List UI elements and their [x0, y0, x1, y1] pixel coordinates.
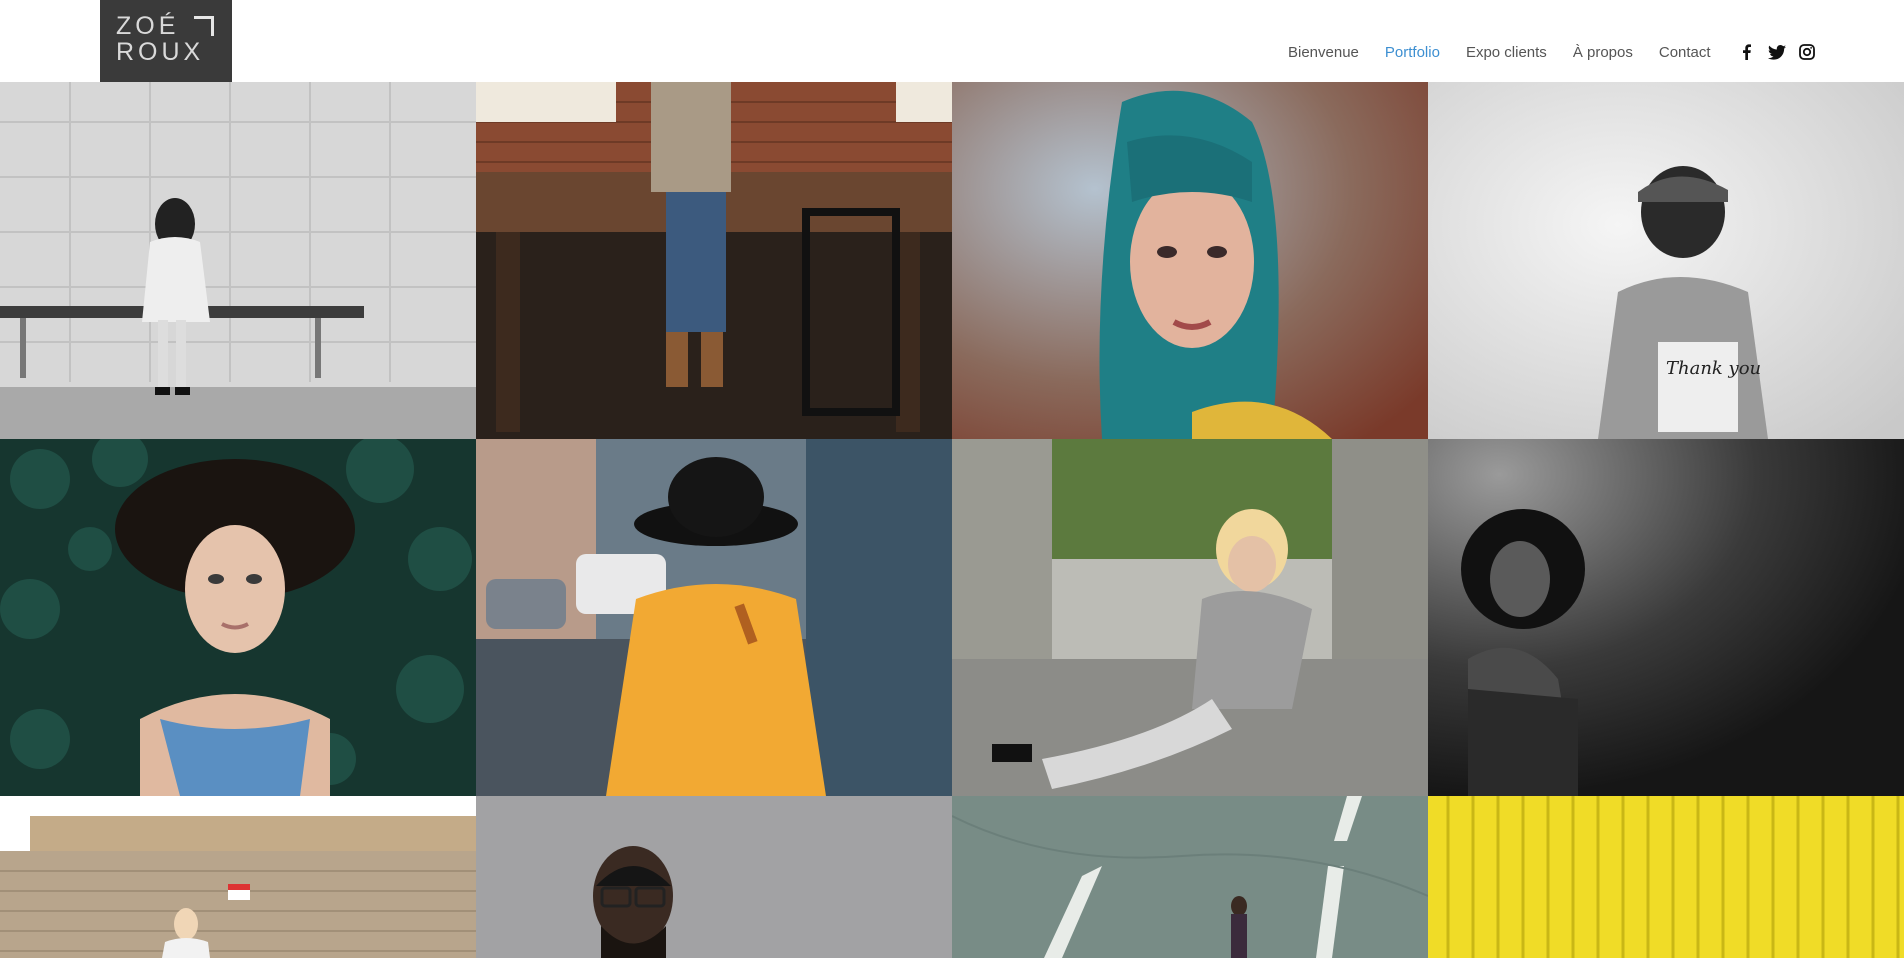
site-logo[interactable]: ZOÉ ROUX	[100, 0, 232, 82]
nav-item-expo-clients[interactable]: Expo clients	[1466, 44, 1547, 61]
instagram-icon[interactable]	[1797, 42, 1817, 62]
main-nav: Bienvenue Portfolio Expo clients À propo…	[1288, 40, 1827, 64]
portfolio-gallery: Thank you	[0, 82, 1904, 958]
facebook-icon[interactable]	[1737, 42, 1757, 62]
nav-item-bienvenue[interactable]: Bienvenue	[1288, 44, 1359, 61]
gallery-tile-8[interactable]	[1428, 439, 1904, 796]
site-header: ZOÉ ROUX Bienvenue Portfolio Expo client…	[0, 0, 1904, 82]
gallery-tile-1[interactable]	[0, 82, 476, 439]
gallery-tile-2[interactable]	[476, 82, 952, 439]
logo-line-1: ZOÉ	[116, 12, 180, 40]
twitter-icon[interactable]	[1767, 42, 1787, 62]
gallery-tile-3[interactable]	[952, 82, 1428, 439]
social-bar	[1737, 42, 1827, 62]
logo-line-2: ROUX	[116, 38, 205, 66]
shirt-text: Thank you	[1666, 358, 1761, 379]
gallery-tile-6[interactable]	[476, 439, 952, 796]
nav-item-portfolio[interactable]: Portfolio	[1385, 44, 1440, 61]
gallery-tile-10[interactable]	[476, 796, 952, 958]
gallery-tile-11[interactable]	[952, 796, 1428, 958]
nav-item-a-propos[interactable]: À propos	[1573, 44, 1633, 61]
gallery-tile-7[interactable]	[952, 439, 1428, 796]
gallery-tile-5[interactable]	[0, 439, 476, 796]
logo-corner-mark	[194, 16, 214, 36]
gallery-tile-12[interactable]	[1428, 796, 1904, 958]
nav-item-contact[interactable]: Contact	[1659, 44, 1711, 61]
gallery-tile-9[interactable]	[0, 796, 476, 958]
gallery-tile-4[interactable]: Thank you	[1428, 82, 1904, 439]
